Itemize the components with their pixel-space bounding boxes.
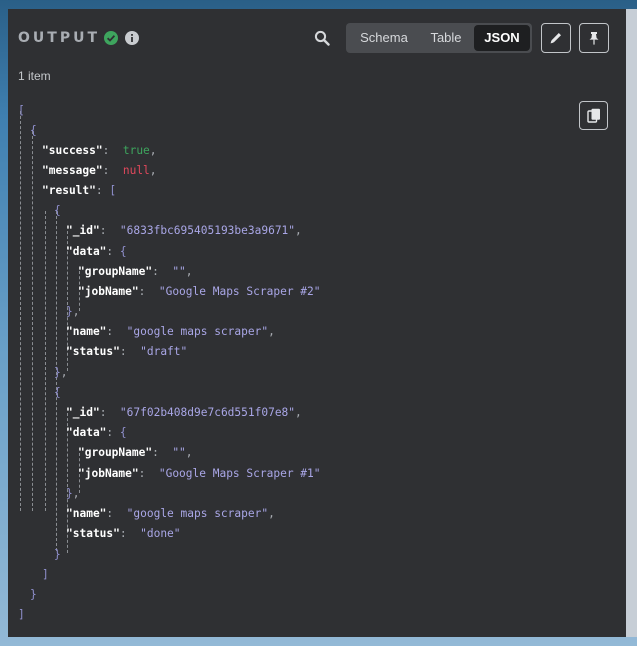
json-line: ] [18, 608, 25, 621]
json-line: "success": true, [42, 144, 157, 157]
json-line: { [54, 386, 61, 399]
json-value: "done" [140, 527, 181, 540]
indent-guide [20, 111, 21, 511]
output-header: OUTPUT Schema Table JSON [8, 9, 626, 69]
json-line: { [30, 124, 37, 137]
search-icon[interactable] [314, 30, 330, 46]
tab-table[interactable]: Table [420, 23, 472, 53]
info-icon[interactable] [125, 31, 139, 45]
indent-guide [45, 211, 46, 511]
json-value: "google maps scraper" [126, 507, 269, 520]
pencil-icon [550, 33, 561, 44]
json-value: "Google Maps Scraper #2" [158, 285, 321, 298]
json-line: "jobName": "Google Maps Scraper #1" [78, 467, 321, 480]
json-line: }, [54, 366, 68, 379]
json-line: [ [18, 104, 25, 117]
pin-data-button[interactable] [579, 23, 609, 53]
json-value: null [122, 164, 150, 177]
json-line: "name": "google maps scraper", [66, 507, 275, 520]
json-line: "_id": "6833fbc695405193be3a9671", [66, 224, 302, 237]
edit-output-button[interactable] [541, 23, 571, 53]
json-line: { [54, 204, 61, 217]
json-value: "" [172, 446, 186, 459]
json-value: true [122, 144, 150, 157]
json-value: "6833fbc695405193be3a9671" [119, 224, 296, 237]
check-circle-icon [104, 31, 118, 45]
item-count: 1 item [18, 69, 51, 83]
json-line: "_id": "67f02b408d9e7c6d551f07e8", [66, 406, 302, 419]
json-line: "result": [ [42, 184, 117, 197]
json-line: }, [66, 487, 80, 500]
json-line: "message": null, [42, 164, 157, 177]
output-panel: OUTPUT Schema Table JSON 1 item [{"suc… [8, 9, 626, 637]
json-line: "jobName": "Google Maps Scraper #2" [78, 285, 321, 298]
json-line: "name": "google maps scraper", [66, 325, 275, 338]
indent-guide [32, 131, 33, 511]
json-value: "Google Maps Scraper #1" [158, 467, 321, 480]
copy-json-button[interactable] [579, 101, 608, 130]
json-value: "67f02b408d9e7c6d551f07e8" [119, 406, 296, 419]
pin-icon [589, 32, 599, 45]
json-value: "google maps scraper" [126, 325, 269, 338]
json-line: } [54, 548, 61, 561]
tab-json[interactable]: JSON [474, 25, 530, 51]
tab-schema[interactable]: Schema [350, 23, 418, 53]
json-line: "data": { [66, 426, 127, 439]
json-line: "data": { [66, 245, 127, 258]
json-line: "groupName": "", [78, 446, 193, 459]
output-title: OUTPUT [18, 30, 100, 46]
background-window-edge [626, 9, 637, 637]
json-line: } [30, 588, 37, 601]
json-line: "status": "done" [66, 527, 181, 540]
json-line: "groupName": "", [78, 265, 193, 278]
copy-icon [587, 108, 600, 123]
json-line: "status": "draft" [66, 345, 188, 358]
json-value: "draft" [140, 345, 188, 358]
view-mode-switcher: Schema Table JSON [346, 23, 532, 53]
json-line: ] [42, 568, 49, 581]
json-line: }, [66, 305, 80, 318]
json-value: "" [172, 265, 186, 278]
